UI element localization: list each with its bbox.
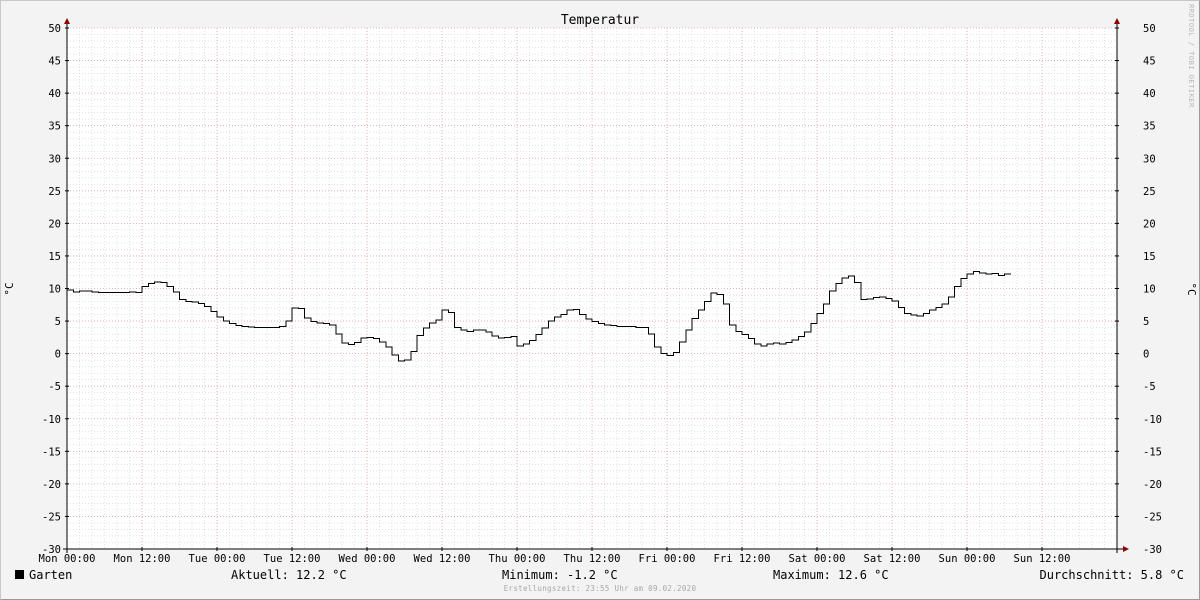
- y-tick-label-right: 30: [1143, 153, 1156, 165]
- x-tick-label: Tue 12:00: [264, 553, 321, 565]
- y-tick-label-right: -30: [1143, 544, 1162, 556]
- left-y-tick-labels: 50454035302520151050-5-10-15-20-25-30: [42, 23, 61, 556]
- x-tick-label: Wed 00:00: [339, 553, 396, 565]
- y-tick-label-right: -10: [1143, 414, 1162, 426]
- y-tick-label-left: 15: [48, 251, 61, 263]
- legend-series-name: Garten: [29, 568, 73, 582]
- y-tick-label-right: -15: [1143, 446, 1162, 458]
- x-tick-label: Sat 12:00: [864, 553, 921, 565]
- x-axis-arrow: [1123, 546, 1129, 552]
- y-axis-label-left: °C: [3, 282, 16, 295]
- rrdtool-watermark: RRDTOOL / TOBI OETIKER: [1187, 4, 1195, 108]
- y-tick-label-left: 50: [48, 23, 61, 35]
- y-tick-label-right: 10: [1143, 284, 1156, 296]
- creation-time: Erstellungszeit: 23:55 Uhr am 09.02.2020: [503, 584, 697, 593]
- x-tick-label: Tue 00:00: [189, 553, 246, 565]
- y-tick-label-left: -5: [48, 381, 61, 393]
- y-tick-label-left: 10: [48, 284, 61, 296]
- legend-maximum: Maximum: 12.6 °C: [773, 568, 889, 582]
- y-tick-label-left: 35: [48, 121, 61, 133]
- y-tick-label-right: 25: [1143, 186, 1156, 198]
- y-tick-label-right: 40: [1143, 88, 1156, 100]
- x-tick-label: Sat 00:00: [789, 553, 846, 565]
- y-tick-label-left: -15: [42, 446, 61, 458]
- y-tick-label-right: 5: [1143, 316, 1149, 328]
- x-tick-label: Fri 00:00: [639, 553, 696, 565]
- y-tick-label-right: -25: [1143, 511, 1162, 523]
- x-tick-label: Thu 00:00: [489, 553, 546, 565]
- y-tick-label-right: 20: [1143, 218, 1156, 230]
- x-tick-label: Wed 12:00: [414, 553, 471, 565]
- y-tick-label-left: 30: [48, 153, 61, 165]
- left-axis-arrow: [64, 18, 70, 24]
- x-tick-label: Mon 00:00: [39, 553, 96, 565]
- legend: Garten Aktuell: 12.2 °C Minimum: -1.2 °C…: [0, 566, 1200, 584]
- legend-current: Aktuell: 12.2 °C: [231, 568, 347, 582]
- x-tick-label: Thu 12:00: [564, 553, 621, 565]
- y-tick-label-left: 25: [48, 186, 61, 198]
- y-axis-label-right: °C: [1185, 282, 1198, 295]
- y-tick-label-left: -25: [42, 511, 61, 523]
- y-tick-label-right: 50: [1143, 23, 1156, 35]
- y-tick-label-right: -5: [1143, 381, 1156, 393]
- x-tick-label: Fri 12:00: [714, 553, 771, 565]
- y-tick-label-left: 20: [48, 218, 61, 230]
- x-tick-label: Sun 00:00: [939, 553, 996, 565]
- y-tick-label-left: 5: [55, 316, 61, 328]
- x-tick-label: Mon 12:00: [114, 553, 171, 565]
- x-tick-label: Sun 12:00: [1014, 553, 1071, 565]
- y-tick-label-left: 40: [48, 88, 61, 100]
- temperature-chart: 50454035302520151050-5-10-15-20-25-30 50…: [3, 4, 1198, 565]
- y-tick-label-right: 45: [1143, 56, 1156, 68]
- y-tick-label-left: 0: [55, 349, 61, 361]
- y-tick-label-left: -20: [42, 479, 61, 491]
- chart-title: Temperatur: [561, 13, 639, 28]
- y-tick-label-left: -10: [42, 414, 61, 426]
- y-tick-label-right: -20: [1143, 479, 1162, 491]
- legend-minimum: Minimum: -1.2 °C: [502, 568, 618, 582]
- y-tick-label-left: 45: [48, 56, 61, 68]
- x-tick-labels: Mon 00:00 Mon 12:00 Tue 00:00 Tue 12:00 Wed …: [39, 553, 1071, 565]
- y-tick-label-right: 0: [1143, 349, 1149, 361]
- right-axis-arrow: [1114, 18, 1120, 24]
- legend-average: Durchschnitt: 5.8 °C: [1039, 568, 1185, 582]
- right-y-tick-labels: 50454035302520151050-5-10-15-20-25-30: [1143, 23, 1162, 556]
- y-tick-label-right: 15: [1143, 251, 1156, 263]
- y-tick-label-right: 35: [1143, 121, 1156, 133]
